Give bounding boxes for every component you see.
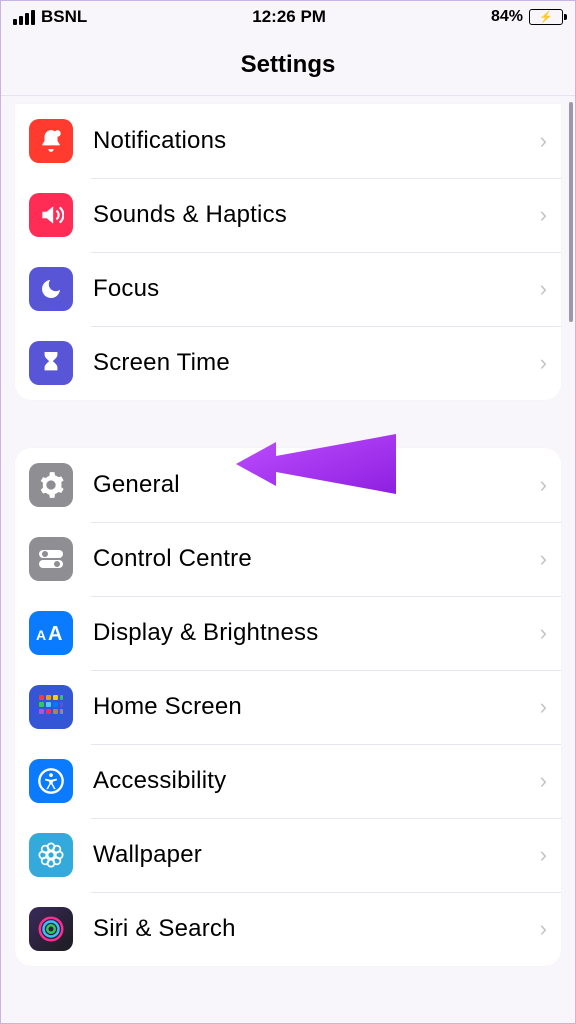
chevron-right-icon: › — [540, 916, 547, 942]
row-label: Sounds & Haptics — [93, 201, 540, 229]
chevron-right-icon: › — [540, 128, 547, 154]
chevron-right-icon: › — [540, 546, 547, 572]
flower-icon — [29, 833, 73, 877]
row-focus[interactable]: Focus › — [15, 252, 561, 326]
gear-icon — [29, 463, 73, 507]
grid-icon — [29, 685, 73, 729]
settings-group-2: General › Control Centre › AA Display & … — [15, 448, 561, 966]
chevron-right-icon: › — [540, 842, 547, 868]
page-title: Settings — [1, 33, 575, 96]
carrier-label: BSNL — [41, 7, 87, 27]
row-label: Control Centre — [93, 545, 540, 573]
hourglass-icon — [29, 341, 73, 385]
chevron-right-icon: › — [540, 620, 547, 646]
row-accessibility[interactable]: Accessibility › — [15, 744, 561, 818]
status-bar: BSNL 12:26 PM 84% ⚡ — [1, 1, 575, 33]
row-sounds[interactable]: Sounds & Haptics › — [15, 178, 561, 252]
row-label: Focus — [93, 275, 540, 303]
status-right: 84% ⚡ — [491, 8, 563, 26]
svg-text:A: A — [48, 623, 62, 644]
chevron-right-icon: › — [540, 202, 547, 228]
battery-icon: ⚡ — [529, 9, 563, 25]
chevron-right-icon: › — [540, 350, 547, 376]
moon-icon — [29, 267, 73, 311]
row-general[interactable]: General › — [15, 448, 561, 522]
chevron-right-icon: › — [540, 472, 547, 498]
row-label: Notifications — [93, 127, 540, 155]
row-homescreen[interactable]: Home Screen › — [15, 670, 561, 744]
speaker-icon — [29, 193, 73, 237]
row-display[interactable]: AA Display & Brightness › — [15, 596, 561, 670]
text-size-icon: AA — [29, 611, 73, 655]
row-label: Screen Time — [93, 349, 540, 377]
row-screentime[interactable]: Screen Time › — [15, 326, 561, 400]
settings-list[interactable]: Notifications › Sounds & Haptics › Focus… — [1, 96, 575, 1024]
row-label: General — [93, 471, 540, 499]
battery-percent: 84% — [491, 8, 523, 26]
row-label: Display & Brightness — [93, 619, 540, 647]
scroll-indicator — [569, 102, 573, 322]
status-time: 12:26 PM — [87, 7, 491, 27]
chevron-right-icon: › — [540, 276, 547, 302]
settings-group-1: Notifications › Sounds & Haptics › Focus… — [15, 104, 561, 400]
row-label: Accessibility — [93, 767, 540, 795]
siri-icon — [29, 907, 73, 951]
status-left: BSNL — [13, 7, 87, 27]
signal-icon — [13, 10, 35, 25]
row-notifications[interactable]: Notifications › — [15, 104, 561, 178]
accessibility-icon — [29, 759, 73, 803]
chevron-right-icon: › — [540, 694, 547, 720]
row-wallpaper[interactable]: Wallpaper › — [15, 818, 561, 892]
row-label: Siri & Search — [93, 915, 540, 943]
row-label: Wallpaper — [93, 841, 540, 869]
row-siri[interactable]: Siri & Search › — [15, 892, 561, 966]
bell-badge-icon — [29, 119, 73, 163]
switches-icon — [29, 537, 73, 581]
row-controlcentre[interactable]: Control Centre › — [15, 522, 561, 596]
chevron-right-icon: › — [540, 768, 547, 794]
svg-text:A: A — [36, 627, 46, 643]
row-label: Home Screen — [93, 693, 540, 721]
